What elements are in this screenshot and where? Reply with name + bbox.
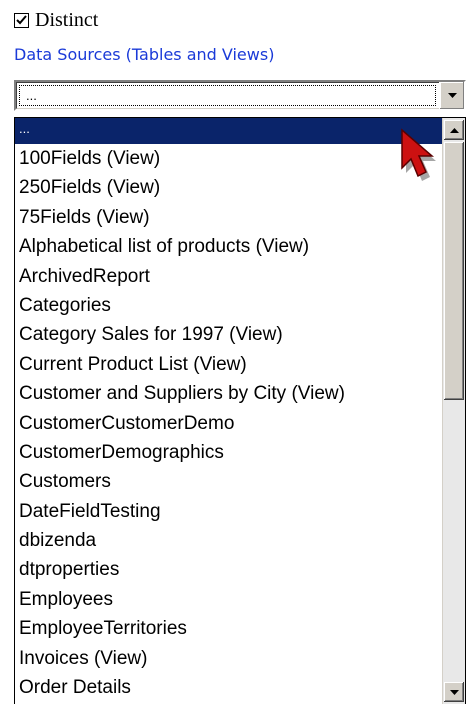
- check-icon: [16, 14, 27, 24]
- distinct-checkbox[interactable]: [14, 12, 29, 28]
- list-item[interactable]: Customer and Suppliers by City (View): [15, 379, 443, 408]
- list-item[interactable]: CustomerCustomerDemo: [15, 409, 443, 438]
- scroll-up-button[interactable]: [444, 120, 464, 140]
- list-item-selected[interactable]: ...: [15, 118, 443, 144]
- data-sources-title: Data Sources (Tables and Views): [14, 45, 275, 64]
- dropdown-options: ... 100Fields (View) 250Fields (View) 75Fie…: [15, 118, 443, 704]
- scroll-down-arrow-icon: [449, 689, 459, 695]
- distinct-label: Distinct: [35, 9, 99, 31]
- list-item[interactable]: Invoices (View): [15, 644, 443, 673]
- combobox-selected-value[interactable]: ...: [19, 85, 436, 106]
- chevron-down-icon: [447, 93, 457, 98]
- list-item[interactable]: EmployeeTerritories: [15, 614, 443, 643]
- scroll-thumb[interactable]: [444, 142, 464, 400]
- list-item[interactable]: ArchivedReport: [15, 262, 443, 291]
- list-item[interactable]: dbizenda: [15, 526, 443, 555]
- list-item[interactable]: 100Fields (View): [15, 144, 443, 173]
- list-item[interactable]: Categories: [15, 291, 443, 320]
- list-item[interactable]: Category Sales for 1997 (View): [15, 320, 443, 349]
- list-item[interactable]: Employees: [15, 585, 443, 614]
- data-sources-dropdown-list[interactable]: ... 100Fields (View) 250Fields (View) 75Fie…: [14, 117, 466, 704]
- list-item[interactable]: DateFieldTesting: [15, 497, 443, 526]
- combobox-dropdown-button[interactable]: [439, 82, 464, 109]
- list-item[interactable]: Alphabetical list of products (View): [15, 232, 443, 261]
- vertical-scrollbar[interactable]: [442, 118, 465, 704]
- list-item[interactable]: Current Product List (View): [15, 350, 443, 379]
- list-item[interactable]: Customers: [15, 467, 443, 496]
- scroll-up-arrow-icon: [449, 127, 459, 133]
- data-sources-combobox[interactable]: ...: [14, 80, 466, 111]
- list-item[interactable]: 75Fields (View): [15, 203, 443, 232]
- list-item[interactable]: 250Fields (View): [15, 173, 443, 202]
- distinct-option[interactable]: Distinct: [14, 8, 98, 32]
- list-item[interactable]: Order Details: [15, 673, 443, 702]
- list-item[interactable]: dtproperties: [15, 555, 443, 584]
- scroll-down-button[interactable]: [444, 682, 464, 702]
- list-item[interactable]: CustomerDemographics: [15, 438, 443, 467]
